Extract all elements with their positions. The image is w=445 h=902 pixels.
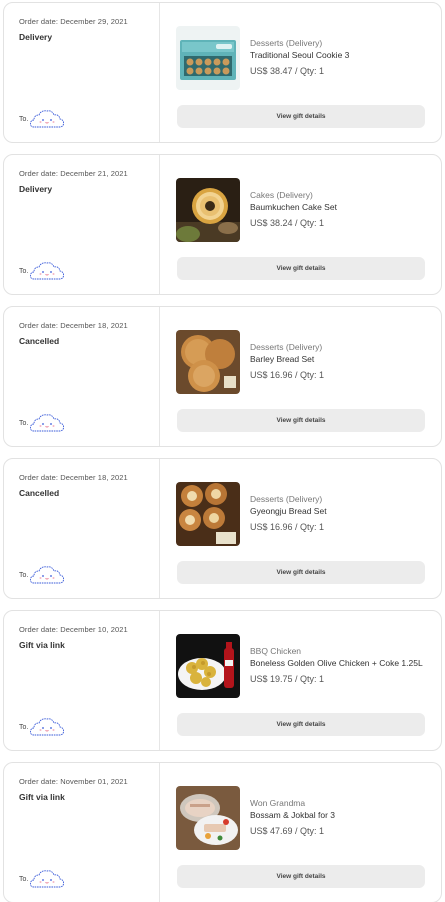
product-image[interactable] — [176, 786, 240, 850]
product-section: BBQ Chicken Boneless Golden Olive Chicke… — [160, 611, 441, 750]
product-section: Desserts (Delivery) Barley Bread Set US$… — [160, 307, 441, 446]
order-date: Order date: December 21, 2021 — [19, 169, 128, 178]
product-section: Desserts (Delivery) Traditional Seoul Co… — [160, 3, 441, 142]
price-quantity: US$ 47.69 / Qty: 1 — [250, 826, 325, 836]
recipient-label: To. — [19, 267, 29, 275]
view-gift-details-button[interactable]: View gift details — [177, 409, 425, 432]
order-summary: Order date: December 29, 2021 Delivery T… — [4, 3, 160, 142]
recipient-label: To. — [19, 115, 29, 123]
product-name[interactable]: Baumkuchen Cake Set — [250, 202, 440, 212]
view-gift-details-button[interactable]: View gift details — [177, 105, 425, 128]
order-status: Gift via link — [19, 792, 65, 802]
product-section: Cakes (Delivery) Baumkuchen Cake Set US$… — [160, 155, 441, 294]
recipient-label: To. — [19, 723, 29, 731]
order-card: Order date: November 01, 2021 Gift via l… — [3, 762, 442, 902]
order-card: Order date: December 18, 2021 Cancelled … — [3, 458, 442, 599]
order-date: Order date: December 10, 2021 — [19, 625, 128, 634]
order-card: Order date: December 21, 2021 Delivery T… — [3, 154, 442, 295]
order-date: Order date: December 29, 2021 — [19, 17, 128, 26]
order-status: Cancelled — [19, 336, 60, 346]
price-quantity: US$ 38.24 / Qty: 1 — [250, 218, 325, 228]
cloud-avatar-icon — [30, 718, 65, 736]
view-gift-details-button[interactable]: View gift details — [177, 561, 425, 584]
order-status: Gift via link — [19, 640, 65, 650]
cloud-avatar-icon — [30, 870, 65, 888]
order-card: Order date: December 29, 2021 Delivery T… — [3, 2, 442, 143]
product-name[interactable]: Bossam & Jokbal for 3 — [250, 810, 440, 820]
product-section: Desserts (Delivery) Gyeongju Bread Set U… — [160, 459, 441, 598]
product-info: Desserts (Delivery) Barley Bread Set US$… — [250, 342, 440, 380]
recipient-label: To. — [19, 419, 29, 427]
product-image[interactable] — [176, 634, 240, 698]
product-category: Desserts (Delivery) — [250, 494, 323, 504]
product-info: Cakes (Delivery) Baumkuchen Cake Set US$… — [250, 190, 440, 228]
order-card: Order date: December 18, 2021 Cancelled … — [3, 306, 442, 447]
product-section: Won Grandma Bossam & Jokbal for 3 US$ 47… — [160, 763, 441, 902]
recipient: To. — [19, 868, 65, 890]
order-date: Order date: December 18, 2021 — [19, 321, 128, 330]
product-name[interactable]: Traditional Seoul Cookie 3 — [250, 50, 440, 60]
view-gift-details-button[interactable]: View gift details — [177, 257, 425, 280]
cloud-avatar-icon — [30, 566, 65, 584]
recipient: To. — [19, 412, 65, 434]
recipient: To. — [19, 260, 65, 282]
price-quantity: US$ 16.96 / Qty: 1 — [250, 370, 325, 380]
cloud-avatar-icon — [30, 110, 65, 128]
order-card: Order date: December 10, 2021 Gift via l… — [3, 610, 442, 751]
recipient-label: To. — [19, 571, 29, 579]
order-summary: Order date: December 21, 2021 Delivery T… — [4, 155, 160, 294]
gift-order-list: Order date: December 29, 2021 Delivery T… — [3, 2, 442, 902]
product-image[interactable] — [176, 26, 240, 90]
product-name[interactable]: Barley Bread Set — [250, 354, 440, 364]
product-info: Won Grandma Bossam & Jokbal for 3 US$ 47… — [250, 798, 440, 836]
product-info: BBQ Chicken Boneless Golden Olive Chicke… — [250, 646, 440, 684]
product-image[interactable] — [176, 330, 240, 394]
product-info: Desserts (Delivery) Gyeongju Bread Set U… — [250, 494, 440, 532]
price-quantity: US$ 38.47 / Qty: 1 — [250, 66, 325, 76]
order-status: Delivery — [19, 184, 53, 194]
product-name[interactable]: Gyeongju Bread Set — [250, 506, 440, 516]
product-category: Won Grandma — [250, 798, 306, 808]
product-category: Desserts (Delivery) — [250, 342, 323, 352]
product-category: Cakes (Delivery) — [250, 190, 313, 200]
recipient: To. — [19, 564, 65, 586]
product-info: Desserts (Delivery) Traditional Seoul Co… — [250, 38, 440, 76]
order-summary: Order date: December 18, 2021 Cancelled … — [4, 459, 160, 598]
price-quantity: US$ 16.96 / Qty: 1 — [250, 522, 325, 532]
order-date: Order date: December 18, 2021 — [19, 473, 128, 482]
product-category: Desserts (Delivery) — [250, 38, 323, 48]
recipient: To. — [19, 716, 65, 738]
view-gift-details-button[interactable]: View gift details — [177, 865, 425, 888]
recipient-label: To. — [19, 875, 29, 883]
order-date: Order date: November 01, 2021 — [19, 777, 128, 786]
cloud-avatar-icon — [30, 262, 65, 280]
order-summary: Order date: November 01, 2021 Gift via l… — [4, 763, 160, 902]
cloud-avatar-icon — [30, 414, 65, 432]
product-name[interactable]: Boneless Golden Olive Chicken + Coke 1.2… — [250, 658, 440, 668]
product-image[interactable] — [176, 178, 240, 242]
product-image[interactable] — [176, 482, 240, 546]
price-quantity: US$ 19.75 / Qty: 1 — [250, 674, 325, 684]
order-summary: Order date: December 10, 2021 Gift via l… — [4, 611, 160, 750]
recipient: To. — [19, 108, 65, 130]
view-gift-details-button[interactable]: View gift details — [177, 713, 425, 736]
order-status: Cancelled — [19, 488, 60, 498]
order-status: Delivery — [19, 32, 53, 42]
product-category: BBQ Chicken — [250, 646, 302, 656]
order-summary: Order date: December 18, 2021 Cancelled … — [4, 307, 160, 446]
